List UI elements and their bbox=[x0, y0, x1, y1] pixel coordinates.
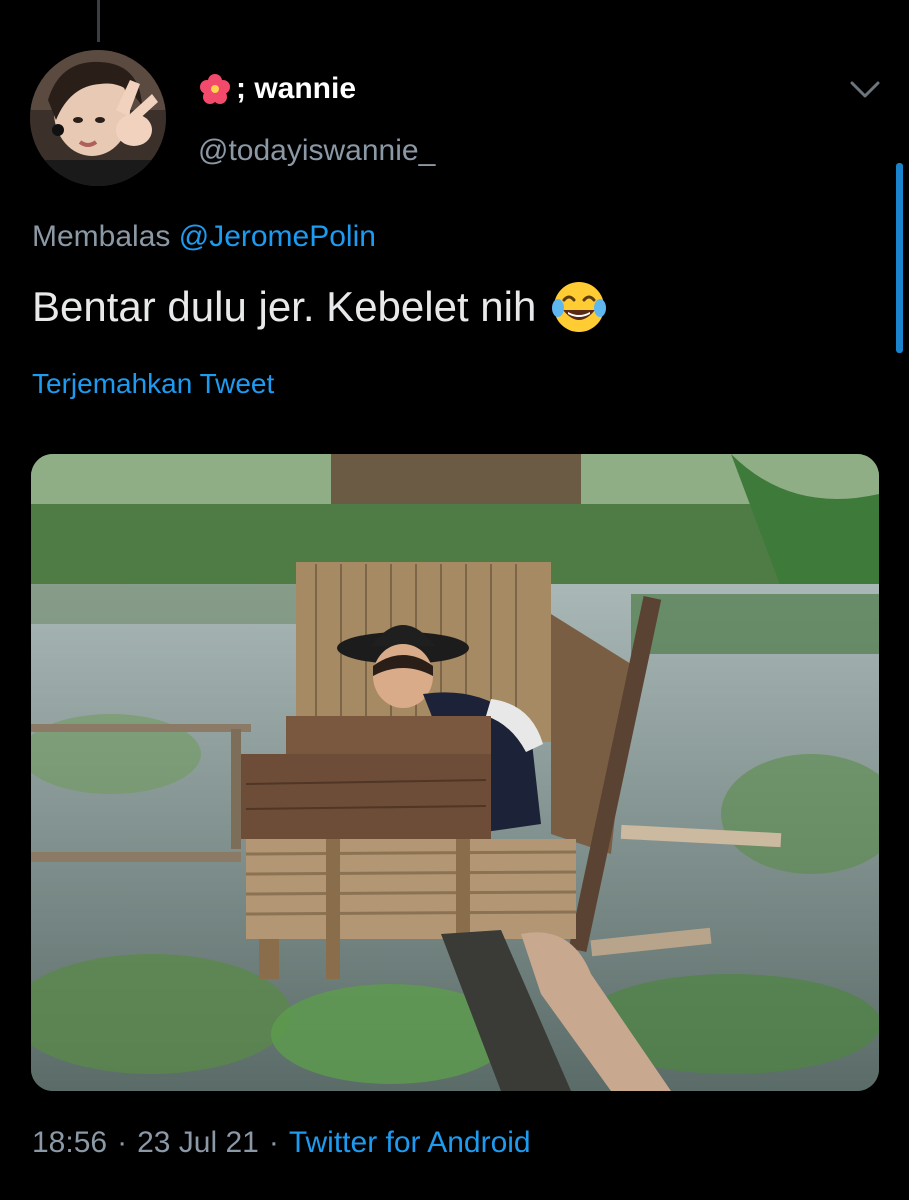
reply-prefix: Membalas bbox=[32, 220, 171, 253]
translate-tweet-link[interactable]: Terjemahkan Tweet bbox=[32, 368, 274, 400]
display-name-row[interactable]: ; wannie bbox=[198, 72, 356, 106]
reply-context: Membalas @JeromePolin bbox=[32, 220, 376, 254]
face-with-tears-of-joy-icon bbox=[550, 278, 608, 336]
meta-separator: · bbox=[268, 1126, 279, 1159]
user-handle[interactable]: @todayiswannie_ bbox=[198, 134, 435, 168]
tweet-date[interactable]: 23 Jul 21 bbox=[137, 1126, 259, 1160]
meta-separator: · bbox=[117, 1126, 128, 1159]
hibiscus-icon bbox=[198, 72, 232, 106]
avatar[interactable] bbox=[30, 50, 166, 186]
tweet-photo[interactable] bbox=[31, 454, 879, 1091]
display-name: ; wannie bbox=[236, 72, 357, 105]
thread-connector-line bbox=[97, 0, 100, 42]
chevron-down-icon[interactable] bbox=[848, 72, 882, 106]
reply-mention-link[interactable]: @JeromePolin bbox=[179, 220, 376, 253]
tweet-time[interactable]: 18:56 bbox=[32, 1126, 107, 1160]
scrollbar[interactable] bbox=[896, 163, 903, 353]
tweet-body: Bentar dulu jer. Kebelet nih bbox=[32, 283, 537, 330]
tweet-text: Bentar dulu jer. Kebelet nih bbox=[32, 278, 608, 336]
tweet-detail-view: ; wannie @todayiswannie_ Membalas @Jerom… bbox=[0, 0, 909, 1200]
tweet-meta: 18:56 · 23 Jul 21 · Twitter for Android bbox=[32, 1126, 531, 1160]
tweet-source-link[interactable]: Twitter for Android bbox=[289, 1126, 531, 1160]
